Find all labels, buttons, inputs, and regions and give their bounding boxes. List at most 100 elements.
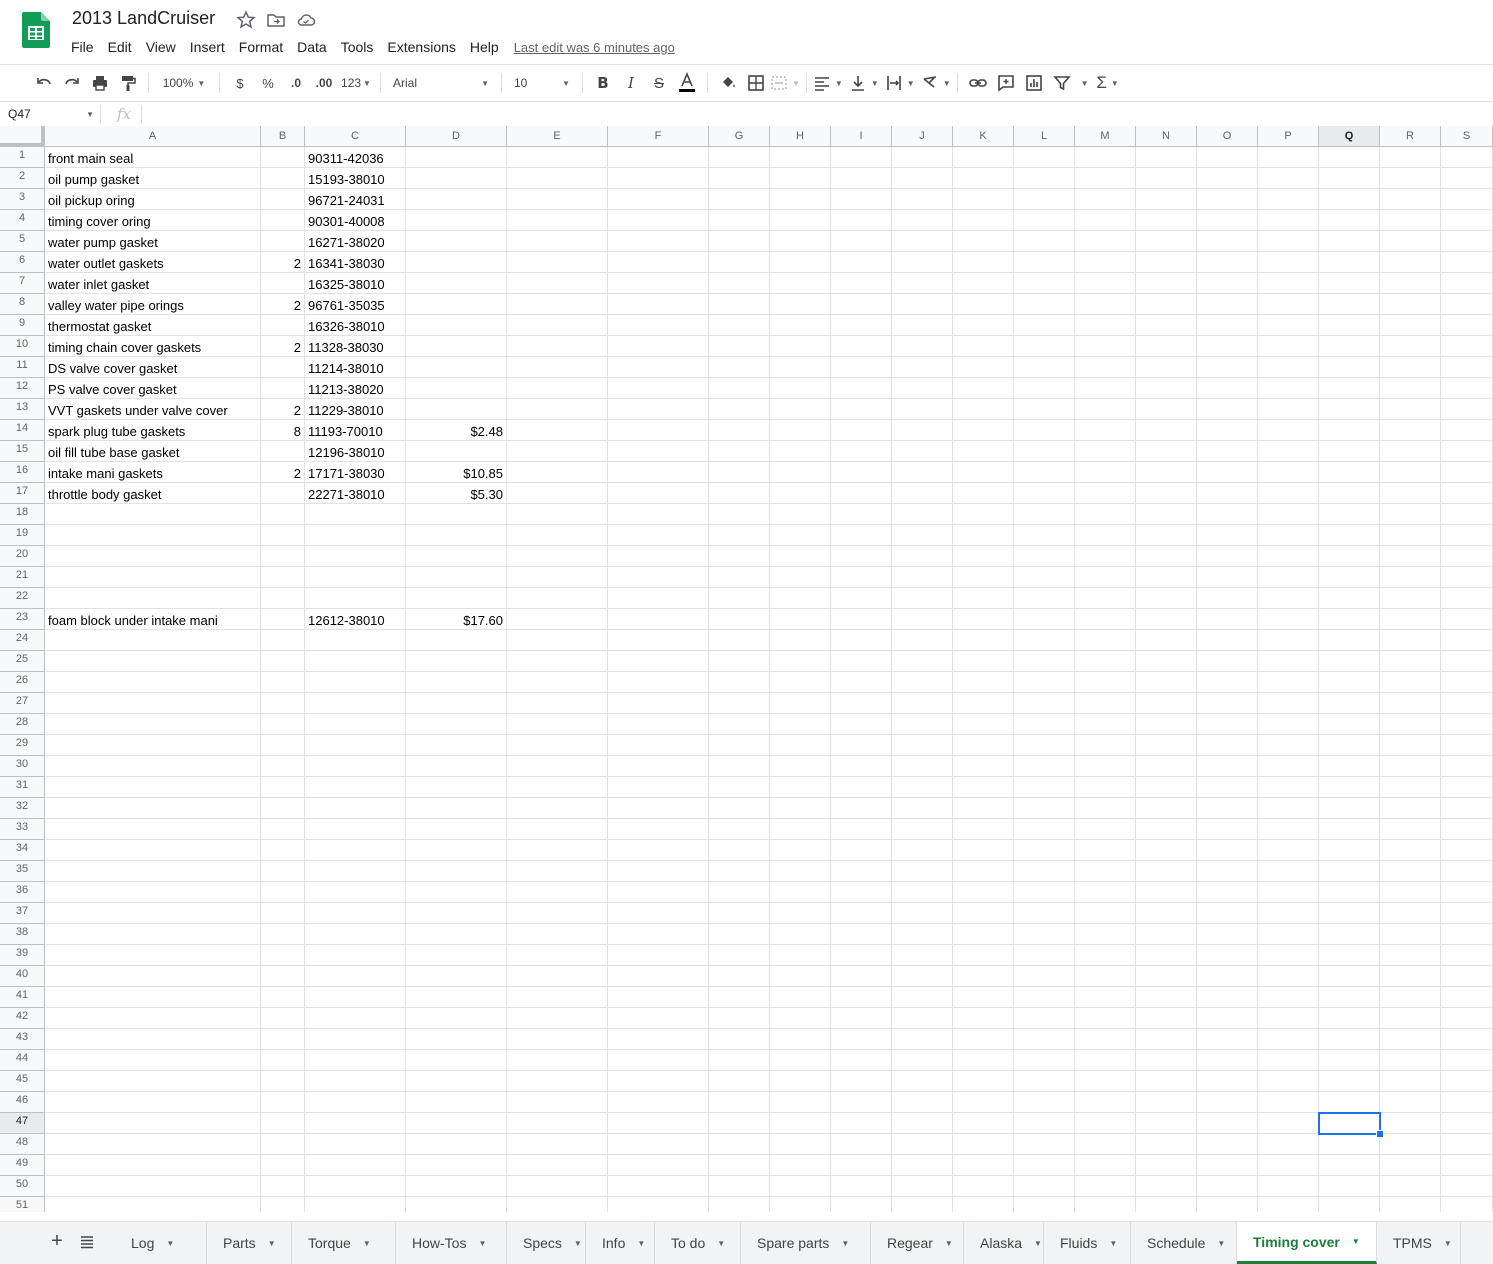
cell-o[interactable] <box>1197 252 1258 273</box>
cell-c[interactable] <box>305 987 406 1008</box>
cell-o[interactable] <box>1197 1092 1258 1113</box>
cell-n[interactable] <box>1136 1176 1197 1197</box>
cell-l[interactable] <box>1014 588 1075 609</box>
cell-f[interactable] <box>608 399 709 420</box>
cell-s[interactable] <box>1441 756 1493 777</box>
cell-s[interactable] <box>1441 189 1493 210</box>
cell-q[interactable] <box>1319 336 1380 357</box>
cell-q[interactable] <box>1319 231 1380 252</box>
cell-a[interactable]: thermostat gasket <box>45 315 261 336</box>
cell-h[interactable] <box>770 462 831 483</box>
cell-f[interactable] <box>608 966 709 987</box>
cell-g[interactable] <box>709 1029 770 1050</box>
cell-k[interactable] <box>953 945 1014 966</box>
cell-e[interactable] <box>507 525 608 546</box>
cell-m[interactable] <box>1075 1176 1136 1197</box>
cell-r[interactable] <box>1380 861 1441 882</box>
cell-o[interactable] <box>1197 693 1258 714</box>
cell-a[interactable] <box>45 693 261 714</box>
cell-c[interactable]: 90311-42036 <box>305 147 406 168</box>
cell-i[interactable] <box>831 1155 892 1176</box>
cell-g[interactable] <box>709 882 770 903</box>
cell-n[interactable] <box>1136 1050 1197 1071</box>
cell-j[interactable] <box>892 987 953 1008</box>
cell-i[interactable] <box>831 966 892 987</box>
cell-q[interactable] <box>1319 1029 1380 1050</box>
sheet-tab-fluids[interactable]: Fluids ▼ <box>1044 1222 1131 1264</box>
cell-i[interactable] <box>831 1050 892 1071</box>
cell-e[interactable] <box>507 420 608 441</box>
cell-c[interactable] <box>305 819 406 840</box>
cell-e[interactable] <box>507 1113 608 1134</box>
cell-b[interactable] <box>261 840 305 861</box>
cell-a[interactable] <box>45 1092 261 1113</box>
cell-f[interactable] <box>608 504 709 525</box>
cell-a[interactable] <box>45 924 261 945</box>
cell-q[interactable] <box>1319 378 1380 399</box>
cell-c[interactable]: 15193-38010 <box>305 168 406 189</box>
cell-g[interactable] <box>709 336 770 357</box>
cell-a[interactable] <box>45 714 261 735</box>
row-header[interactable]: 5 <box>0 231 45 252</box>
cell-l[interactable] <box>1014 819 1075 840</box>
cell-m[interactable] <box>1075 1113 1136 1134</box>
cell-m[interactable] <box>1075 504 1136 525</box>
cell-d[interactable] <box>406 819 507 840</box>
cell-j[interactable] <box>892 189 953 210</box>
cell-f[interactable] <box>608 273 709 294</box>
cell-d[interactable] <box>406 588 507 609</box>
cell-s[interactable] <box>1441 819 1493 840</box>
cell-m[interactable] <box>1075 441 1136 462</box>
cell-n[interactable] <box>1136 777 1197 798</box>
cell-n[interactable] <box>1136 1113 1197 1134</box>
cell-l[interactable] <box>1014 735 1075 756</box>
cell-b[interactable] <box>261 1134 305 1155</box>
cell-f[interactable] <box>608 441 709 462</box>
row-header[interactable]: 48 <box>0 1134 45 1155</box>
cell-b[interactable] <box>261 231 305 252</box>
row-header[interactable]: 28 <box>0 714 45 735</box>
row-header[interactable]: 33 <box>0 819 45 840</box>
cell-j[interactable] <box>892 1008 953 1029</box>
fill-handle[interactable] <box>1376 1130 1384 1138</box>
cell-n[interactable] <box>1136 357 1197 378</box>
cell-n[interactable] <box>1136 756 1197 777</box>
column-header-p[interactable]: P <box>1258 126 1319 147</box>
cell-m[interactable] <box>1075 1134 1136 1155</box>
print-icon[interactable] <box>86 69 114 97</box>
redo-icon[interactable] <box>58 69 86 97</box>
cell-d[interactable] <box>406 1050 507 1071</box>
row-header[interactable]: 40 <box>0 966 45 987</box>
cell-h[interactable] <box>770 294 831 315</box>
chevron-down-icon[interactable]: ▼ <box>478 1239 486 1248</box>
cell-i[interactable] <box>831 903 892 924</box>
cell-o[interactable] <box>1197 399 1258 420</box>
row-header[interactable]: 42 <box>0 1008 45 1029</box>
cell-q[interactable] <box>1319 1197 1380 1212</box>
cell-q[interactable] <box>1319 504 1380 525</box>
cell-c[interactable] <box>305 735 406 756</box>
cell-m[interactable] <box>1075 525 1136 546</box>
cell-b[interactable] <box>261 903 305 924</box>
cell-l[interactable] <box>1014 210 1075 231</box>
cell-i[interactable] <box>831 609 892 630</box>
cell-l[interactable] <box>1014 462 1075 483</box>
cell-k[interactable] <box>953 483 1014 504</box>
cell-p[interactable] <box>1258 147 1319 168</box>
row-header[interactable]: 39 <box>0 945 45 966</box>
cell-j[interactable] <box>892 1176 953 1197</box>
sheet-tab-spare-parts[interactable]: Spare parts ▼ <box>741 1222 871 1264</box>
cell-n[interactable] <box>1136 714 1197 735</box>
cell-f[interactable] <box>608 735 709 756</box>
cell-s[interactable] <box>1441 378 1493 399</box>
cell-r[interactable] <box>1380 168 1441 189</box>
cell-j[interactable] <box>892 462 953 483</box>
cell-o[interactable] <box>1197 861 1258 882</box>
cell-q[interactable] <box>1319 861 1380 882</box>
cell-p[interactable] <box>1258 777 1319 798</box>
cell-l[interactable] <box>1014 483 1075 504</box>
cell-q[interactable] <box>1319 315 1380 336</box>
row-header[interactable]: 1 <box>0 147 45 168</box>
cell-i[interactable] <box>831 882 892 903</box>
cell-p[interactable] <box>1258 588 1319 609</box>
